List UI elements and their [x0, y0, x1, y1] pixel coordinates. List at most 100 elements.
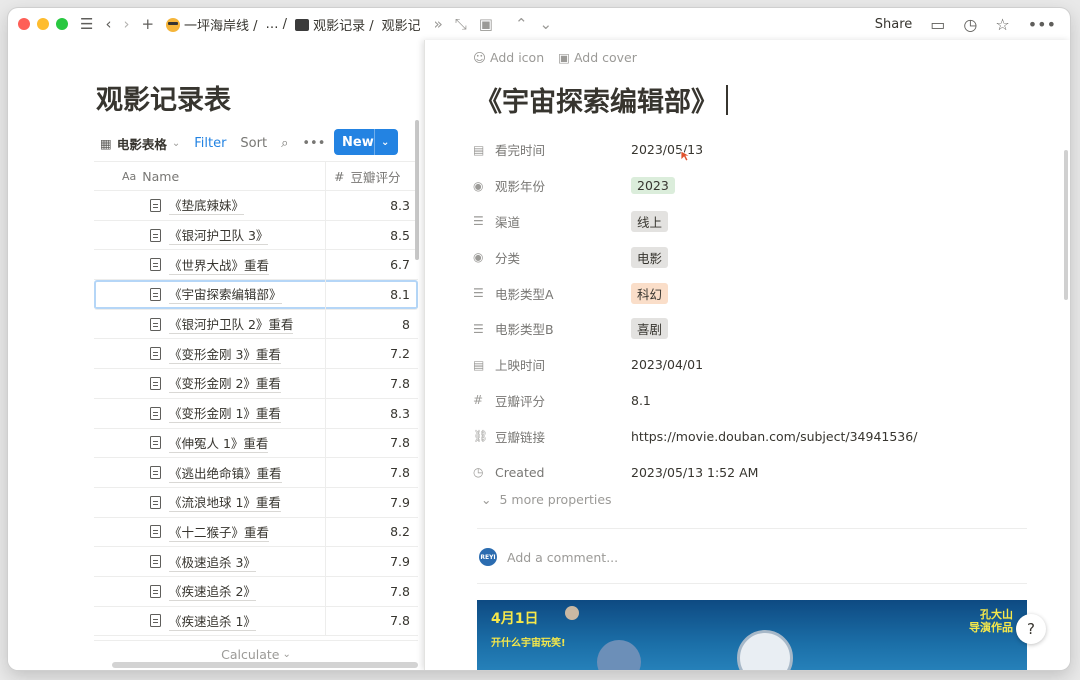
table-row[interactable]: 《银河护卫队 2》重看 8 — [94, 309, 418, 340]
table-row[interactable]: 《流浪地球 1》重看 7.9 — [94, 487, 418, 518]
vertical-scrollbar[interactable] — [415, 120, 419, 260]
breadcrumb-item[interactable]: 观影记录 — [382, 15, 420, 34]
table-row[interactable]: 《世界大战》重看 6.7 — [94, 250, 418, 281]
row-name[interactable]: 《流浪地球 1》重看 — [169, 492, 281, 513]
property-name[interactable]: 上映时间 — [495, 355, 631, 374]
table-row[interactable]: 《逃出绝命镇》重看 7.8 — [94, 458, 418, 488]
row-name-cell[interactable]: 《变形金刚 2》重看 — [94, 369, 326, 398]
row-score[interactable]: 7.8 — [326, 435, 418, 450]
sidebar-toggle-icon[interactable]: ☰ — [80, 16, 93, 32]
property-name[interactable]: 渠道 — [495, 212, 631, 231]
row-name-cell[interactable]: 《流浪地球 1》重看 — [94, 487, 326, 517]
row-name-cell[interactable]: 《银河护卫队 2》重看 — [94, 309, 326, 339]
column-header-score[interactable]: # 豆瓣评分 — [326, 167, 401, 186]
row-name-cell[interactable]: 《变形金刚 3》重看 — [94, 339, 326, 369]
row-name-cell[interactable]: 《十二猴子》重看 — [94, 517, 326, 547]
row-score[interactable]: 7.8 — [326, 465, 418, 480]
row-score[interactable]: 7.8 — [326, 613, 418, 628]
row-name[interactable]: 《疾速追杀 2》 — [169, 581, 256, 602]
row-score[interactable]: 7.2 — [326, 346, 418, 361]
row-name[interactable]: 《伸冤人 1》重看 — [169, 433, 269, 453]
property-name[interactable]: 分类 — [495, 248, 631, 267]
table-row[interactable]: 《疾速追杀 1》 7.8 — [94, 606, 418, 637]
forward-arrow-icon[interactable]: › — [123, 16, 129, 32]
property-value[interactable]: 2023/04/01 — [631, 357, 703, 372]
row-score[interactable]: 8 — [326, 317, 418, 332]
close-window-button[interactable] — [18, 18, 30, 30]
table-row[interactable]: 《十二猴子》重看 8.2 — [94, 517, 418, 548]
add-icon-button[interactable]: ☺ Add icon — [473, 50, 544, 65]
scrollbar-thumb[interactable] — [112, 662, 418, 668]
table-row[interactable]: 《变形金刚 3》重看 7.2 — [94, 339, 418, 370]
sort-button[interactable]: Sort — [240, 136, 267, 151]
horizontal-scrollbar[interactable] — [8, 660, 418, 670]
property-value[interactable]: 2023 — [631, 177, 675, 195]
property-value[interactable]: 喜剧 — [631, 318, 669, 340]
property-value[interactable]: 科幻 — [631, 282, 669, 304]
row-score[interactable]: 8.1 — [326, 287, 418, 302]
table-row[interactable]: 《疾速追杀 2》 7.8 — [94, 576, 418, 607]
database-title[interactable]: 观影记录表 — [96, 78, 231, 117]
table-row[interactable]: 《极速追杀 3》 7.9 — [94, 547, 418, 577]
help-button[interactable]: ? — [1016, 614, 1046, 644]
add-cover-button[interactable]: ▣ Add cover — [558, 50, 637, 65]
row-name-cell[interactable]: 《宇宙探索编辑部》 — [94, 280, 326, 309]
row-score[interactable]: 6.7 — [326, 257, 418, 272]
share-button[interactable]: Share — [875, 17, 913, 32]
vertical-scrollbar[interactable] — [1064, 150, 1068, 300]
favorite-star-icon[interactable]: ☆ — [995, 15, 1009, 34]
row-name[interactable]: 《疾速追杀 1》 — [169, 611, 256, 631]
row-score[interactable]: 7.8 — [326, 584, 418, 599]
table-row[interactable]: 《银河护卫队 3》 8.5 — [94, 220, 418, 251]
open-fullpage-icon[interactable]: ⤡ — [455, 16, 467, 32]
down-chevron-icon[interactable]: ⌄ — [540, 16, 553, 32]
column-header-name[interactable]: Aa Name — [94, 162, 326, 190]
row-score[interactable]: 7.8 — [326, 376, 418, 391]
property-value[interactable]: 8.1 — [631, 393, 651, 408]
history-clock-icon[interactable]: ◷ — [963, 15, 977, 34]
up-chevron-icon[interactable]: ⌃ — [515, 16, 528, 32]
new-page-plus-icon[interactable]: + — [141, 16, 154, 32]
table-row[interactable]: 《变形金刚 2》重看 7.8 — [94, 369, 418, 399]
row-name-cell[interactable]: 《逃出绝命镇》重看 — [94, 458, 326, 487]
row-score[interactable]: 7.9 — [326, 554, 418, 569]
view-tab[interactable]: ▦ 电影表格 ⌄ — [100, 134, 180, 153]
breadcrumb-item[interactable]: … / — [266, 17, 288, 32]
more-options-icon[interactable]: ••• — [302, 136, 325, 151]
table-row[interactable]: 《垫底辣妹》 8.3 — [94, 191, 418, 221]
row-name[interactable]: 《宇宙探索编辑部》 — [169, 284, 282, 305]
row-name-cell[interactable]: 《垫底辣妹》 — [94, 191, 326, 220]
row-score[interactable]: 8.2 — [326, 524, 418, 539]
row-score[interactable]: 8.3 — [326, 406, 418, 421]
minimize-window-button[interactable] — [37, 18, 49, 30]
property-value[interactable]: 电影 — [631, 246, 669, 268]
row-name[interactable]: 《十二猴子》重看 — [169, 522, 270, 542]
row-score[interactable]: 8.3 — [326, 198, 418, 213]
property-name[interactable]: 豆瓣链接 — [495, 427, 631, 446]
row-name-cell[interactable]: 《世界大战》重看 — [94, 250, 326, 280]
more-options-icon[interactable]: ••• — [1028, 15, 1056, 34]
property-name[interactable]: 电影类型B — [495, 319, 631, 338]
row-name-cell[interactable]: 《极速追杀 3》 — [94, 547, 326, 576]
property-value[interactable]: 线上 — [631, 210, 669, 232]
row-name-cell[interactable]: 《伸冤人 1》重看 — [94, 428, 326, 458]
property-name[interactable]: 豆瓣评分 — [495, 391, 631, 410]
row-name[interactable]: 《极速追杀 3》 — [169, 552, 256, 572]
row-name[interactable]: 《变形金刚 3》重看 — [169, 344, 281, 364]
breadcrumb-item[interactable]: 观影记录 / — [295, 15, 374, 34]
property-name[interactable]: 观影年份 — [495, 176, 631, 195]
row-name[interactable]: 《变形金刚 2》重看 — [169, 373, 281, 394]
row-name[interactable]: 《变形金刚 1》重看 — [169, 403, 281, 424]
row-name[interactable]: 《世界大战》重看 — [169, 255, 270, 275]
table-row[interactable]: 《变形金刚 1》重看 8.3 — [94, 398, 418, 429]
breadcrumb-item[interactable]: 一坪海岸线 / — [166, 15, 258, 34]
property-value[interactable]: 2023/05/13 1:52 AM — [631, 465, 758, 480]
maximize-window-button[interactable] — [56, 18, 68, 30]
expand-double-chevron-icon[interactable]: » — [434, 16, 443, 32]
property-value[interactable]: 2023/05/13 — [631, 142, 703, 157]
table-row[interactable]: 《伸冤人 1》重看 7.8 — [94, 428, 418, 459]
row-name-cell[interactable]: 《疾速追杀 2》 — [94, 576, 326, 606]
row-name-cell[interactable]: 《银河护卫队 3》 — [94, 220, 326, 250]
row-name[interactable]: 《银河护卫队 2》重看 — [169, 314, 294, 335]
row-name[interactable]: 《逃出绝命镇》重看 — [169, 463, 282, 483]
